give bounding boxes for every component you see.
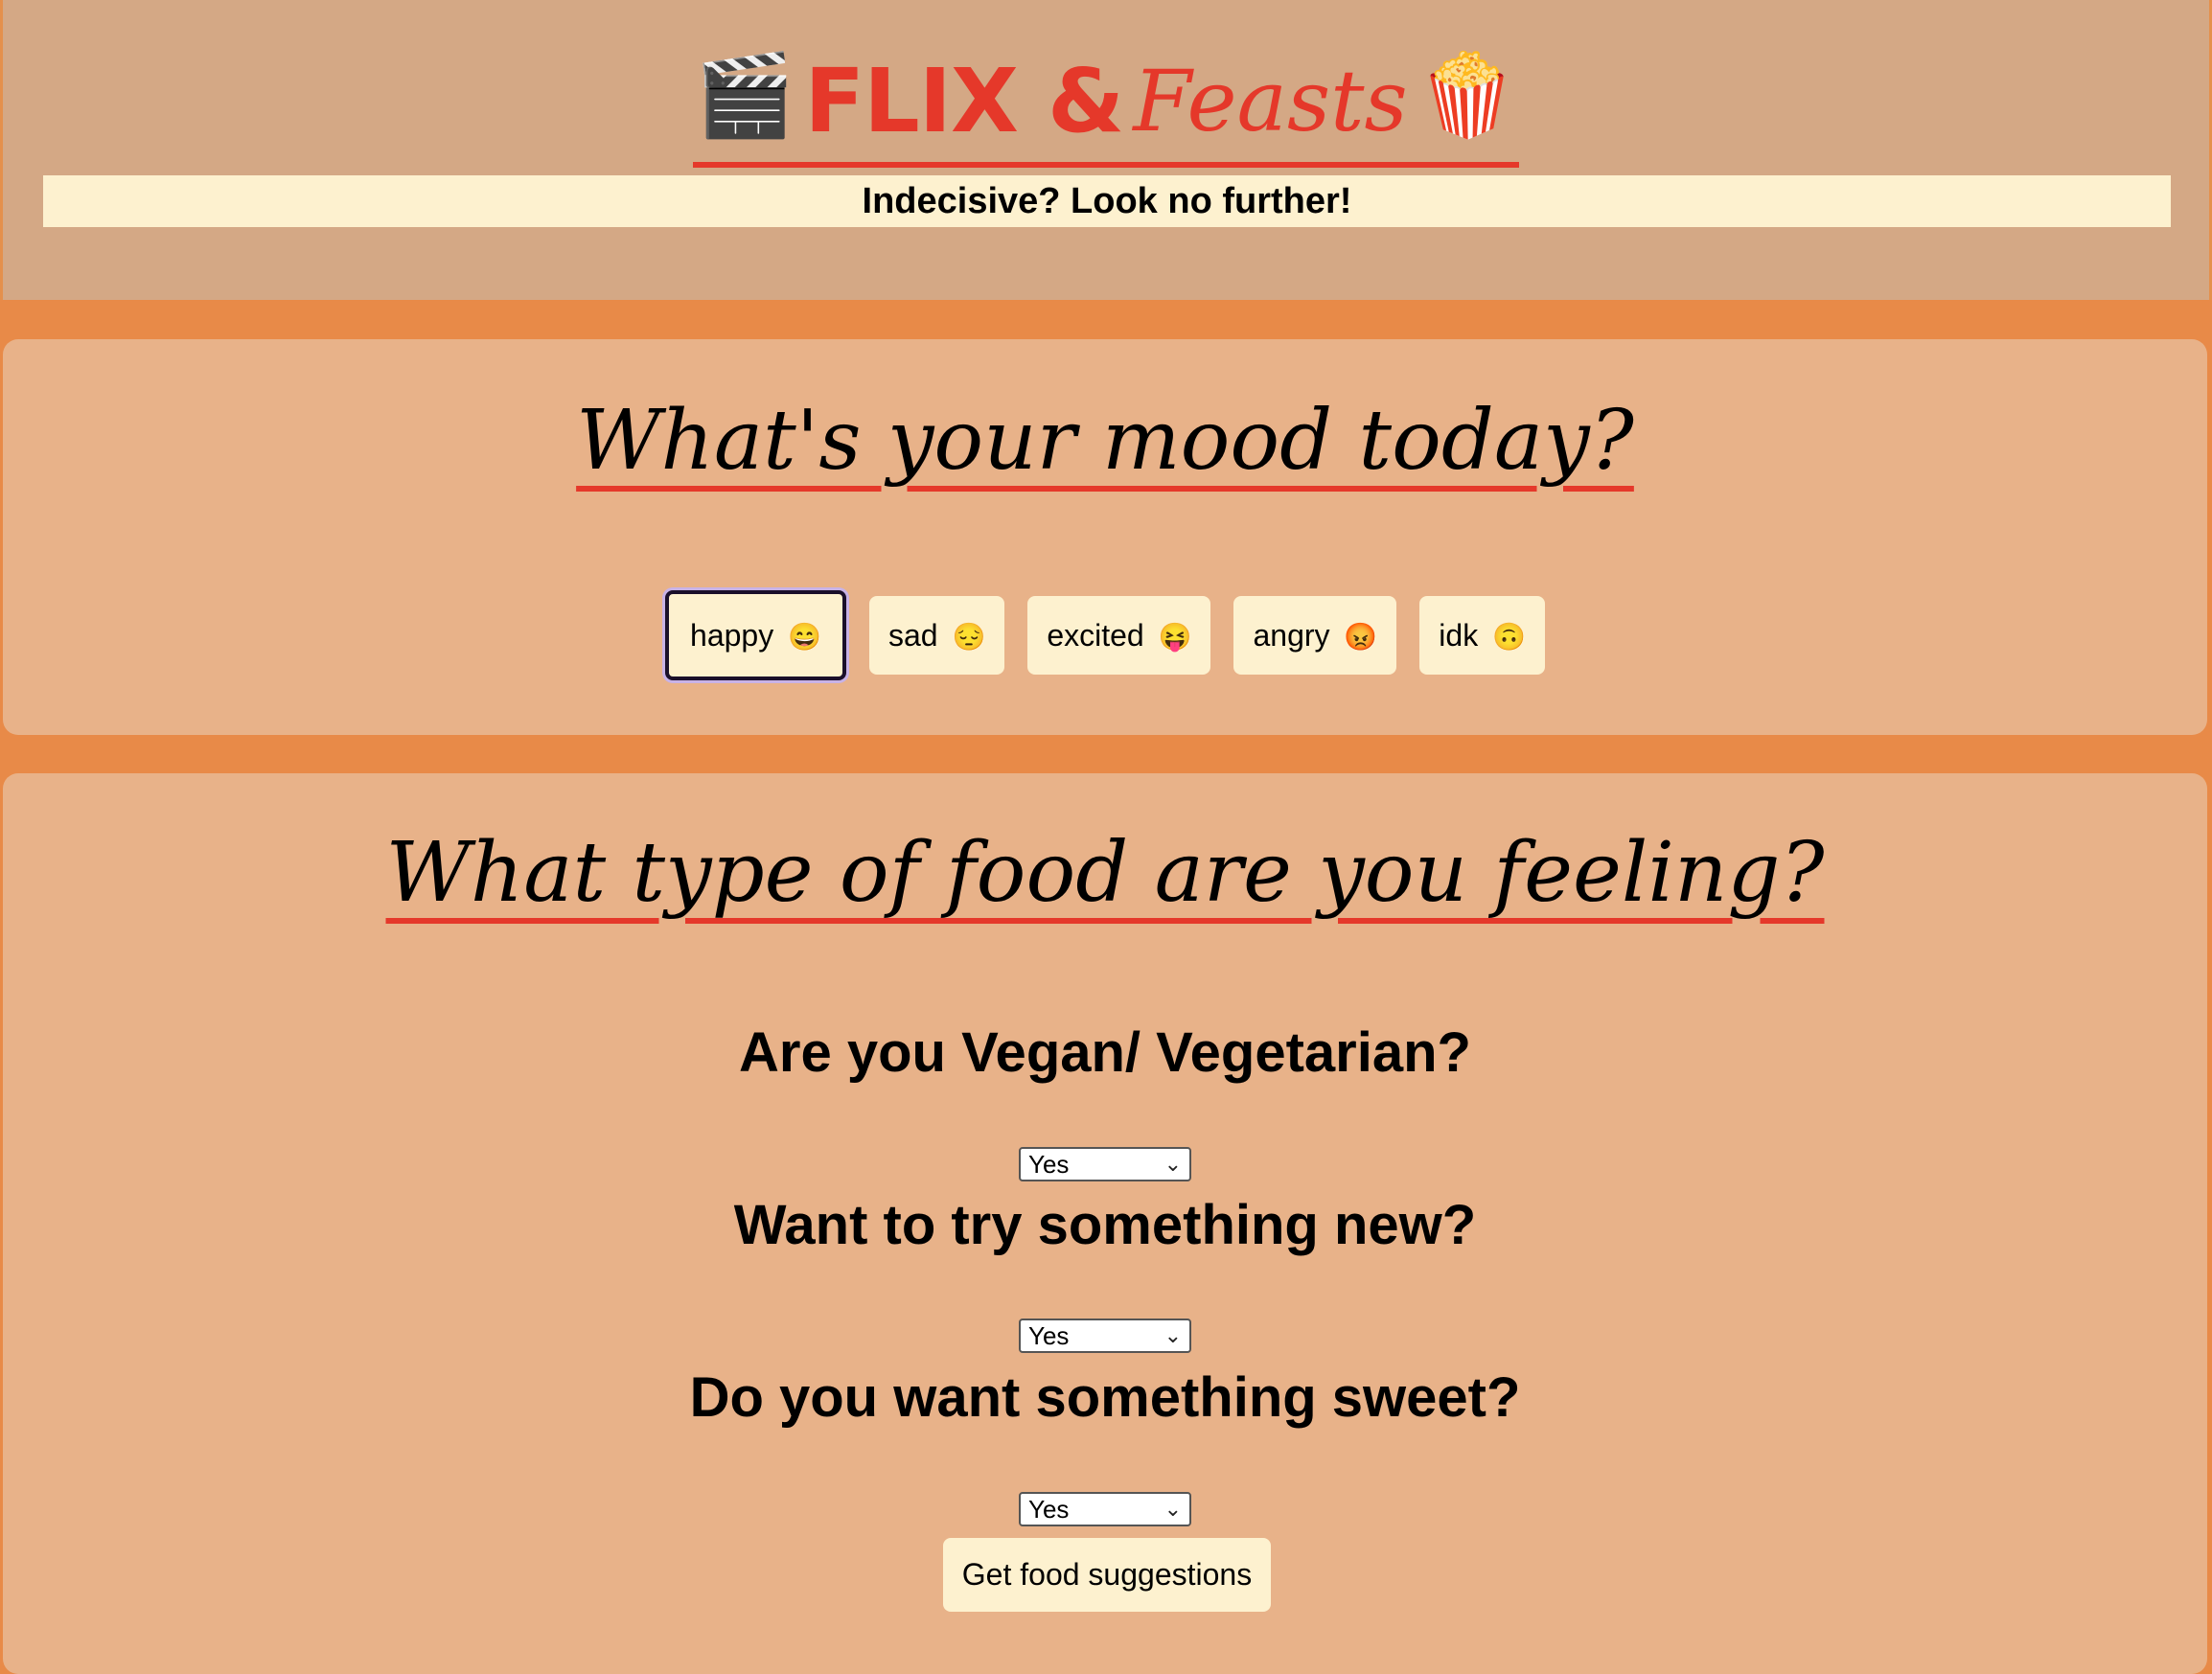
new-select-value: Yes xyxy=(1028,1321,1070,1350)
mood-title-text: What's your mood today? xyxy=(576,393,1634,489)
chevron-down-icon: ⌄ xyxy=(1164,1323,1182,1347)
mood-section: What's your mood today? happy 😄 sad 😔 exci… xyxy=(3,339,2207,735)
question-sweet: Do you want something sweet? xyxy=(689,1366,1521,1429)
chevron-down-icon: ⌄ xyxy=(1164,1152,1182,1176)
vegan-select-box[interactable]: Yes ⌄ xyxy=(1019,1147,1191,1181)
mood-button-excited[interactable]: excited 😝 xyxy=(1027,596,1211,675)
sweet-select[interactable]: Yes ⌄ xyxy=(1019,1492,1191,1526)
grinning-face-icon: 😄 xyxy=(788,622,821,652)
question-vegan: Are you Vegan/ Vegetarian? xyxy=(739,1021,1471,1084)
logo-flix-text: FLIX & xyxy=(804,50,1124,152)
mood-label: angry xyxy=(1253,618,1330,653)
logo-underline: 🎬 FLIX & Feasts 🍿 xyxy=(692,48,1520,168)
popcorn-icon: 🍿 xyxy=(1417,48,1518,142)
upside-down-face-icon: 🙃 xyxy=(1492,622,1526,652)
clapperboard-icon: 🎬 xyxy=(694,48,795,142)
new-select[interactable]: Yes ⌄ xyxy=(1019,1319,1191,1353)
mood-button-row: happy 😄 sad 😔 excited 😝 angry 😡 idk 🙃 xyxy=(3,590,2207,680)
mood-button-idk[interactable]: idk 🙃 xyxy=(1419,596,1545,675)
tongue-out-face-icon: 😝 xyxy=(1158,622,1192,652)
mood-label: sad xyxy=(887,618,938,653)
chevron-down-icon: ⌄ xyxy=(1164,1497,1182,1521)
mood-button-happy[interactable]: happy 😄 xyxy=(665,590,846,680)
mood-title: What's your mood today? xyxy=(3,393,2207,489)
site-header: 🎬 FLIX & Feasts 🍿 Indecisive? Look no furth… xyxy=(0,0,2212,300)
new-select-box[interactable]: Yes ⌄ xyxy=(1019,1319,1191,1353)
food-title-text: What type of food are you feeling? xyxy=(385,825,1825,921)
mood-label: idk xyxy=(1439,618,1479,653)
mood-label: excited xyxy=(1047,618,1144,653)
vegan-select-value: Yes xyxy=(1028,1150,1070,1179)
food-title: What type of food are you feeling? xyxy=(3,825,2207,921)
sweet-select-value: Yes xyxy=(1028,1495,1070,1524)
food-section: What type of food are you feeling? Are y… xyxy=(3,773,2207,1674)
vegan-select[interactable]: Yes ⌄ xyxy=(1019,1147,1191,1181)
angry-face-icon: 😡 xyxy=(1344,622,1378,652)
logo-feasts-text: Feasts xyxy=(1133,52,1408,150)
question-new: Want to try something new? xyxy=(733,1194,1477,1256)
pensive-face-icon: 😔 xyxy=(952,622,986,652)
logo: 🎬 FLIX & Feasts 🍿 xyxy=(3,48,2209,168)
sweet-select-box[interactable]: Yes ⌄ xyxy=(1019,1492,1191,1526)
get-food-suggestions-button[interactable]: Get food suggestions xyxy=(943,1538,1271,1612)
mood-button-angry[interactable]: angry 😡 xyxy=(1233,596,1397,675)
tagline: Indecisive? Look no further! xyxy=(43,175,2171,227)
mood-button-sad[interactable]: sad 😔 xyxy=(868,596,1005,675)
mood-label: happy xyxy=(690,618,774,653)
